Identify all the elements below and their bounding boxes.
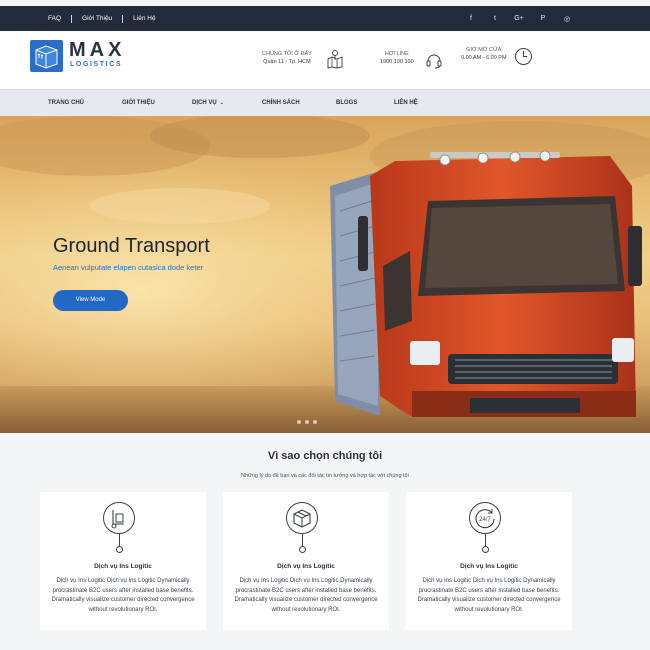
icon-knob	[116, 546, 123, 553]
card-description: Dịch vụ Ins Logitic Dịch vụ Ins Logitic …	[234, 578, 378, 613]
about-link[interactable]: Giới Thiệu	[82, 15, 112, 22]
divider	[122, 14, 124, 23]
logo-subtext: LOGISTICS	[70, 61, 123, 68]
logo-box-icon[interactable]	[30, 40, 63, 72]
icon-knob	[482, 546, 489, 553]
icon-circle	[286, 502, 318, 534]
logo-text[interactable]: MAX	[69, 39, 125, 62]
location-value: Quận 11 - Tp. HCM	[263, 59, 311, 65]
package-box-icon	[293, 509, 311, 528]
hours-title: GIỜ MỞ CỬA	[466, 47, 502, 53]
nav-services[interactable]: DỊCH VỤ ⌄	[192, 90, 224, 117]
icon-circle: 24/7	[469, 502, 501, 534]
card-description: Dịch vụ Ins Logitic Dịch vụ Ins Logitic …	[417, 578, 561, 613]
slider-dot[interactable]	[297, 420, 301, 424]
top-bar: FAQ Giới Thiệu Liên Hệ f t G+ P ◎	[0, 6, 650, 31]
chevron-down-icon: ⌄	[219, 100, 224, 106]
slider-dot[interactable]	[313, 420, 317, 424]
clock-icon	[515, 48, 532, 65]
view-more-button[interactable]: View Mode	[53, 290, 128, 311]
hotline-value[interactable]: 1900 100 100	[380, 58, 414, 66]
nav-home[interactable]: TRANG CHỦ	[48, 90, 84, 117]
page: FAQ Giới Thiệu Liên Hệ f t G+ P ◎ MAX LO…	[0, 0, 650, 650]
card-title[interactable]: Dịch vụ Ins Logitic	[223, 563, 389, 570]
24-7-support-icon: 24/7	[475, 509, 495, 529]
nav-policy[interactable]: CHÍNH SÁCH	[262, 90, 300, 117]
hero-truck-image	[0, 116, 650, 433]
map-pin-icon	[327, 50, 343, 69]
why-section-title: Vì sao chọn chúng tôi	[267, 450, 383, 462]
location-title: CHÚNG TÔI Ở ĐÂY	[262, 51, 312, 57]
main-nav: TRANG CHỦ GIỚI THIỆU DỊCH VỤ ⌄ CHÍNH SÁCH…	[0, 89, 650, 116]
location-info: CHÚNG TÔI Ở ĐÂY Quận 11 - Tp. HCM	[262, 50, 312, 66]
nav-blogs[interactable]: BLOGS	[336, 90, 357, 117]
service-card[interactable]: Dịch vụ Ins Logitic Dịch vụ Ins Logitic …	[40, 492, 206, 630]
hours-info: GIỜ MỞ CỬA 9.00 AM - 6.00 PM	[461, 46, 507, 62]
service-card[interactable]: Dịch vụ Ins Logitic Dịch vụ Ins Logitic …	[223, 492, 389, 630]
card-title[interactable]: Dịch vụ Ins Logitic	[406, 563, 572, 570]
top-links: FAQ Giới Thiệu Liên Hệ	[48, 6, 156, 31]
pinterest-icon[interactable]: P	[538, 15, 548, 22]
svg-text:24/7: 24/7	[479, 517, 491, 523]
icon-circle	[103, 502, 135, 534]
hero-title: Ground Transport	[53, 235, 210, 257]
faq-link[interactable]: FAQ	[48, 15, 61, 22]
nav-about[interactable]: GIỚI THIỆU	[122, 90, 155, 117]
contact-link[interactable]: Liên Hệ	[133, 15, 155, 22]
hotline-info: HOTLINE 1900 100 100	[380, 50, 414, 66]
nav-services-label: DỊCH VỤ	[192, 100, 217, 106]
twitter-icon[interactable]: t	[490, 15, 500, 22]
hotline-title: HOTLINE	[384, 51, 409, 57]
slider-dot[interactable]	[305, 420, 309, 424]
hero-subtitle: Aenean vulputate elapen cutasica dode ke…	[53, 263, 204, 272]
service-card[interactable]: 24/7 Dịch vụ Ins Logitic Dịch vụ Ins Log…	[406, 492, 572, 630]
social-links: f t G+ P ◎	[466, 6, 572, 31]
why-section-subtitle: Những lý do để bạn và các đối tác tin tư…	[241, 473, 409, 479]
hours-value: 9.00 AM - 6.00 PM	[461, 55, 507, 61]
divider	[71, 14, 73, 23]
facebook-icon[interactable]: f	[466, 15, 476, 22]
slider-dots	[297, 420, 317, 424]
instagram-icon[interactable]: ◎	[562, 15, 572, 23]
hero-slider: Ground Transport Aenean vulputate elapen…	[0, 116, 650, 433]
card-description: Dịch vụ Ins Logitic Dịch vụ Ins Logitic …	[51, 578, 195, 613]
google-plus-icon[interactable]: G+	[514, 15, 524, 22]
site-header: MAX LOGISTICS CHÚNG TÔI Ở ĐÂY Quận 11 - …	[0, 31, 650, 89]
icon-knob	[299, 546, 306, 553]
headset-icon	[426, 54, 442, 69]
card-title[interactable]: Dịch vụ Ins Logitic	[40, 563, 206, 570]
nav-contact[interactable]: LIÊN HỆ	[394, 90, 418, 117]
hand-truck-icon	[111, 510, 124, 529]
